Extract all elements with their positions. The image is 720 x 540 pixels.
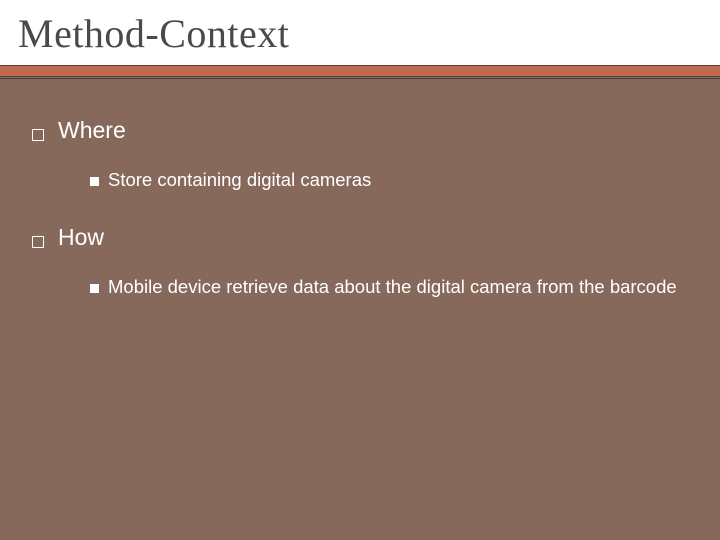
level2-text: Mobile device retrieve data about the di… — [108, 276, 677, 297]
level1-label: How — [58, 224, 104, 251]
sublist: Mobile device retrieve data about the di… — [32, 269, 692, 305]
square-fill-bullet-icon — [90, 284, 99, 293]
list-item: How — [32, 224, 692, 251]
sublist: Store containing digital cameras — [32, 162, 692, 198]
level2-text: Store containing digital cameras — [108, 169, 371, 190]
level1-label: Where — [58, 117, 126, 144]
square-open-bullet-icon — [32, 236, 44, 248]
square-open-bullet-icon — [32, 129, 44, 141]
title-block: Method-Context — [0, 0, 720, 65]
slide-title: Method-Context — [18, 10, 720, 57]
square-fill-bullet-icon — [90, 177, 99, 186]
content-area: Where Store containing digital cameras H… — [0, 79, 720, 305]
list-item: Where — [32, 117, 692, 144]
accent-bar — [0, 65, 720, 77]
